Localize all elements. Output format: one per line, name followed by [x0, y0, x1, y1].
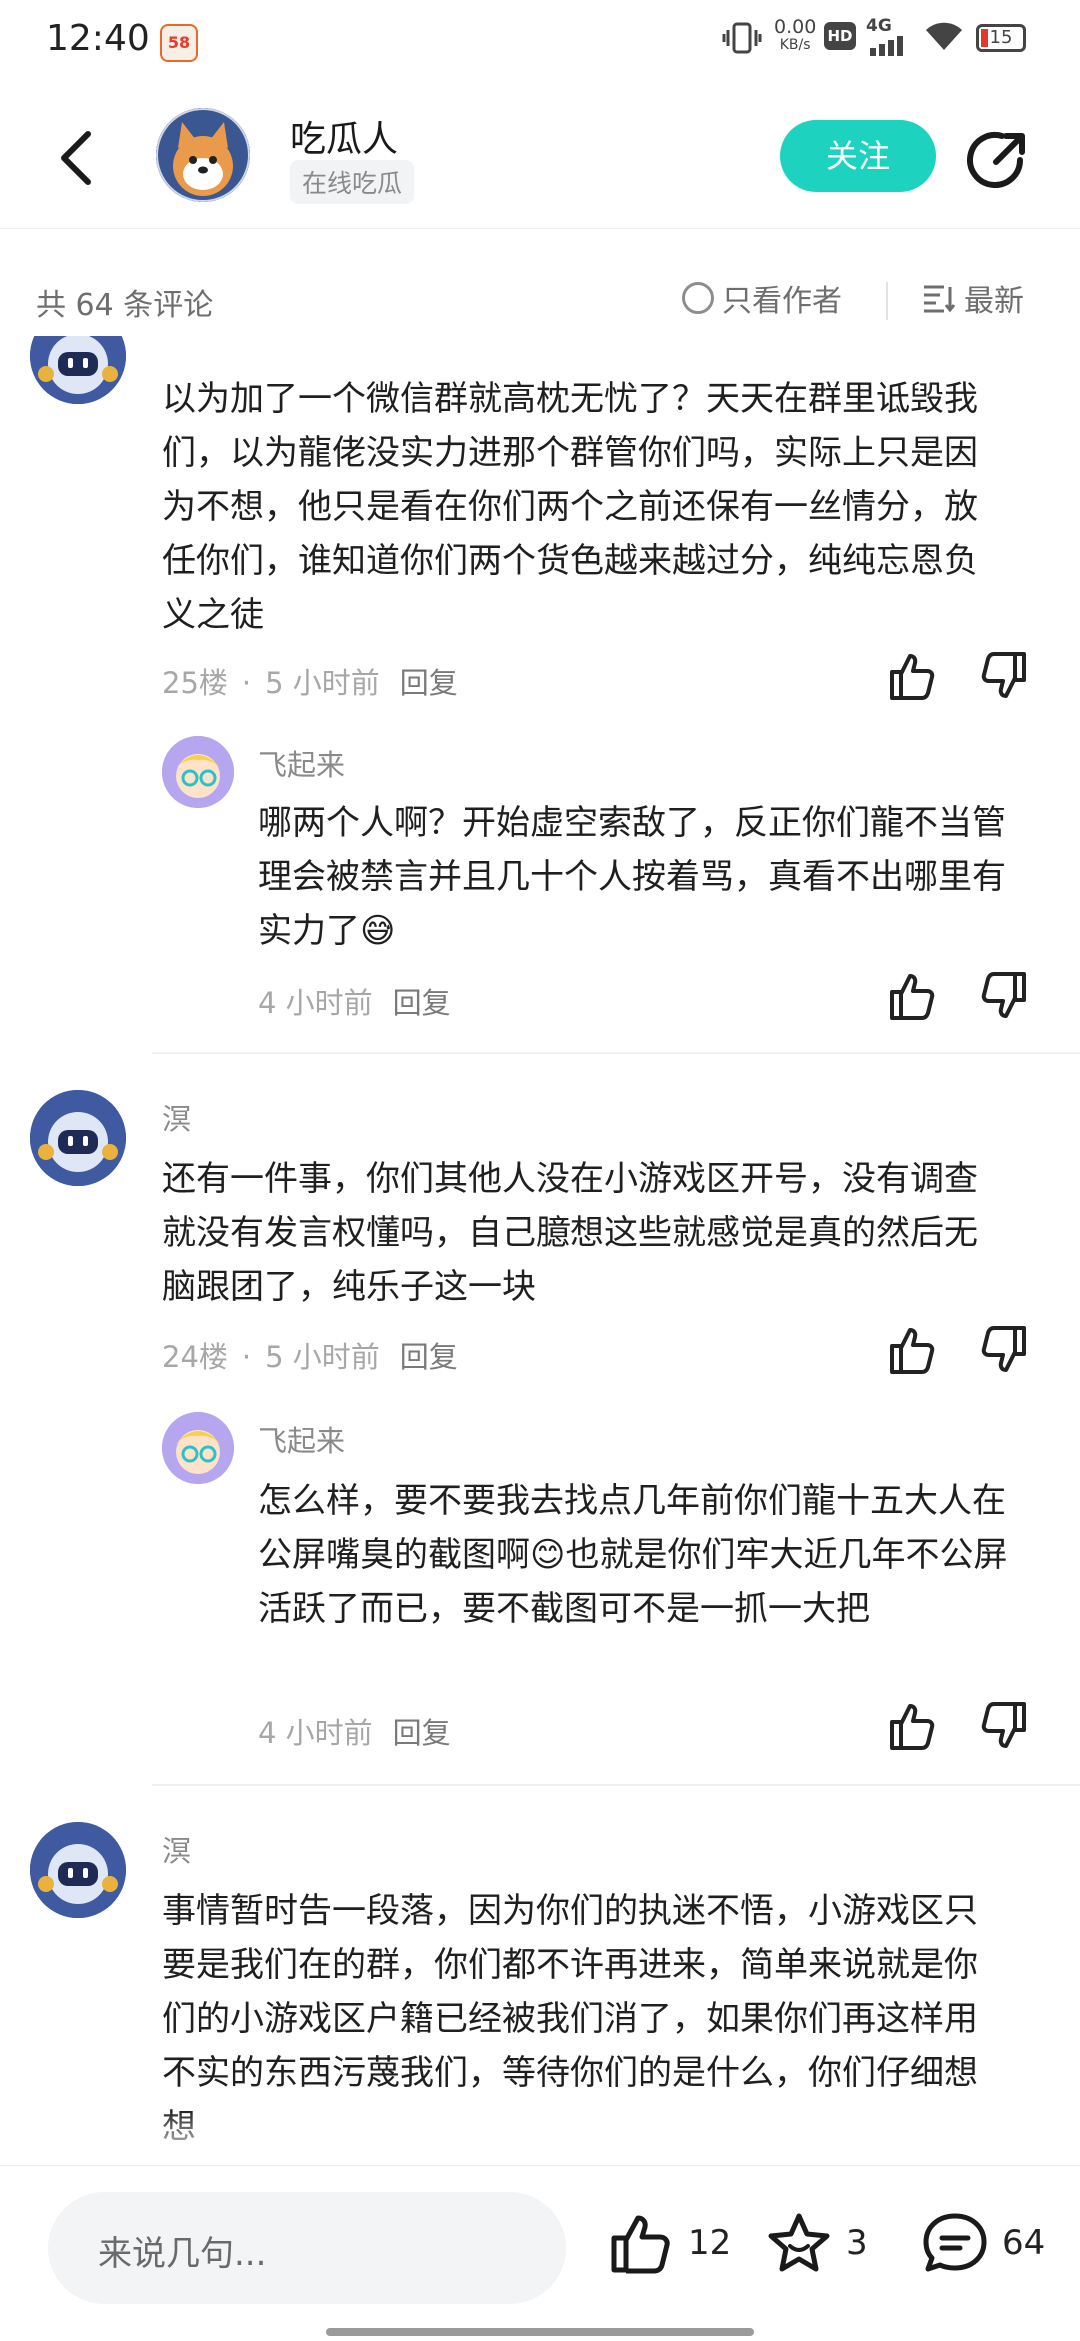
post-like-button[interactable]: 12 — [608, 2212, 731, 2274]
time-label: 4 小时前 — [258, 1716, 373, 1750]
floor-label: 24楼 — [162, 1340, 228, 1374]
like-button[interactable] — [886, 1700, 938, 1752]
comment-meta: 25楼 · 5 小时前 回复 — [162, 666, 458, 700]
comment-count-bottom: 64 — [1002, 2223, 1046, 2263]
follow-button[interactable]: 关注 — [780, 120, 936, 192]
reply-meta: 4 小时前 回复 — [258, 1710, 451, 1752]
signal-icon: 4G — [866, 16, 903, 56]
author-status-tag: 在线吃瓜 — [290, 160, 415, 204]
thumbs-up-icon — [890, 1704, 935, 1750]
wifi-icon — [924, 20, 964, 58]
radio-circle-icon — [682, 282, 714, 314]
dislike-button[interactable] — [978, 650, 1030, 702]
like-button[interactable] — [886, 650, 938, 702]
home-indicator[interactable] — [326, 2328, 754, 2336]
author-name[interactable]: 吃瓜人 — [290, 110, 398, 162]
reply-button[interactable]: 回复 — [393, 1716, 451, 1750]
share-icon — [967, 132, 1025, 188]
battery-icon: 15 — [976, 24, 1026, 52]
favorite-count: 3 — [846, 2223, 868, 2263]
commenter-avatar[interactable] — [30, 1090, 126, 1186]
reply-avatar[interactable] — [162, 736, 234, 808]
only-author-toggle-overlay[interactable]: 只看作者 — [682, 276, 842, 320]
reply-button[interactable]: 回复 — [400, 1340, 458, 1374]
bottom-fade — [0, 2110, 1080, 2165]
comment-bubble-icon — [923, 2213, 987, 2272]
back-arrow-icon — [61, 131, 91, 185]
reply-text: 哪两个人啊？开始虚空索敌了，反正你们龍不当管理会被禁言并且几十个人按着骂，真看不… — [258, 803, 1006, 951]
thumbs-down-icon — [981, 1326, 1026, 1372]
hd-icon: HD — [824, 22, 856, 50]
commenter-avatar[interactable] — [30, 1822, 126, 1918]
app-notification-icon: 58 — [160, 24, 198, 62]
back-button[interactable] — [52, 128, 102, 188]
thumbs-down-icon — [981, 972, 1026, 1018]
time-label: 5 小时前 — [265, 666, 380, 700]
comment-input[interactable]: 来说几句... — [48, 2192, 566, 2304]
header: 吃瓜人 在线吃瓜 关注 — [0, 86, 1080, 229]
thumbs-up-icon — [890, 974, 935, 1020]
comments-button[interactable]: 64 — [922, 2212, 1045, 2274]
comment-text: 以为加了一个微信群就高枕无忧了？天天在群里诋毁我们，以为龍佬没实力进那个群管你们… — [162, 379, 978, 635]
reply-button[interactable]: 回复 — [393, 986, 451, 1020]
star-icon — [768, 2213, 830, 2272]
reply-username[interactable]: 飞起来 — [258, 1418, 345, 1460]
floor-label: 25楼 — [162, 666, 228, 700]
thumbs-up-icon — [890, 654, 935, 700]
status-time: 12:40 — [46, 18, 150, 59]
commenter-username[interactable]: 溟 — [162, 1828, 191, 1870]
net-speed: 0.00 KB/s — [774, 16, 817, 54]
reply-text: 怎么样，要不要我去找点几年前你们龍十五大人在公屏嘴臭的截图啊😊也就是你们牢大近几… — [258, 1481, 1008, 1629]
thumbs-down-icon — [981, 1702, 1026, 1748]
reply-username[interactable]: 飞起来 — [258, 742, 345, 784]
share-button[interactable] — [964, 124, 1034, 194]
like-button[interactable] — [886, 1324, 938, 1376]
like-button[interactable] — [886, 970, 938, 1022]
comment-divider — [152, 1784, 1080, 1786]
only-author-label: 只看作者 — [722, 284, 842, 319]
comment-count-overlay: 共 64 条评论 — [36, 288, 214, 323]
dislike-button[interactable] — [978, 1700, 1030, 1752]
thumbs-down-icon — [981, 652, 1026, 698]
like-count: 12 — [688, 2223, 732, 2263]
vibrate-icon — [722, 20, 762, 62]
sort-label: 最新 — [964, 284, 1024, 319]
comment-input-placeholder: 来说几句... — [98, 2234, 267, 2274]
reply-meta: 4 小时前 回复 — [258, 980, 451, 1022]
time-label: 4 小时前 — [258, 986, 373, 1020]
comment-divider — [152, 1052, 1080, 1054]
status-bar: 12:40 58 0.00 KB/s HD 4G 15 — [0, 0, 1080, 86]
bottom-action-bar: 来说几句... 12 3 64 — [0, 2165, 1080, 2341]
dislike-button[interactable] — [978, 970, 1030, 1022]
thumbs-up-icon — [611, 2215, 670, 2274]
favorite-button[interactable]: 3 — [766, 2212, 868, 2274]
reply-avatar[interactable] — [162, 1412, 234, 1484]
thumbs-up-icon — [890, 1328, 935, 1374]
sort-button-overlay[interactable]: 最新 — [922, 276, 1024, 320]
dislike-button[interactable] — [978, 1324, 1030, 1376]
reply-button[interactable]: 回复 — [400, 666, 458, 700]
commenter-username[interactable]: 溟 — [162, 1096, 191, 1138]
toolbar-divider — [886, 282, 888, 320]
comment-meta: 24楼 · 5 小时前 回复 — [162, 1340, 458, 1374]
time-label: 5 小时前 — [265, 1340, 380, 1374]
comment-text: 还有一件事，你们其他人没在小游戏区开号，没有调查就没有发言权懂吗，自己臆想这些就… — [162, 1159, 978, 1307]
author-avatar[interactable] — [156, 108, 250, 202]
sort-icon — [924, 285, 956, 313]
